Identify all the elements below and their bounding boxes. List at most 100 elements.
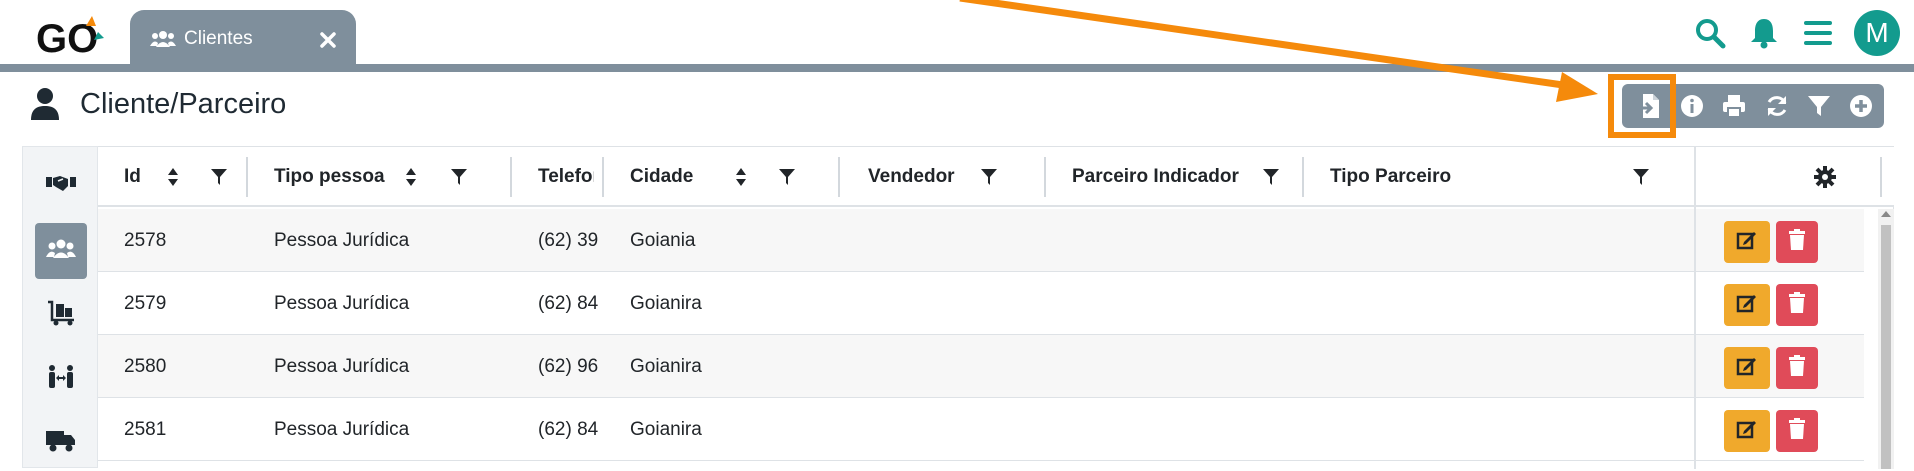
cell-telefone: (62) 84	[538, 292, 599, 314]
sidebar-item-handshake[interactable]	[35, 157, 87, 213]
table-row[interactable]: 2581 Pessoa Jurídica (62) 84 Goianira	[98, 398, 1864, 461]
column-header-telefone[interactable]: Telefone	[538, 147, 594, 207]
sidebar	[22, 146, 98, 468]
filter-icon[interactable]	[1799, 86, 1838, 126]
users-icon	[150, 28, 178, 50]
highlight-box-annotation	[1608, 74, 1676, 138]
users-icon	[46, 239, 76, 264]
top-bar-divider	[0, 64, 1914, 72]
sidebar-item-clientes[interactable]	[35, 223, 87, 279]
cell-id: 2578	[124, 229, 167, 251]
cell-id: 2580	[124, 355, 167, 377]
dolly-icon	[47, 300, 75, 331]
table-row[interactable]: 2578 Pessoa Jurídica (62) 39 Goiania	[98, 209, 1864, 272]
bell-icon[interactable]	[1746, 15, 1782, 51]
cell-cidade: Goiania	[630, 229, 696, 251]
sort-icon[interactable]	[400, 165, 422, 189]
edit-icon	[1736, 229, 1758, 256]
tab-label: Clientes	[184, 28, 253, 49]
edit-icon	[1736, 355, 1758, 382]
edit-button[interactable]	[1724, 347, 1770, 389]
sidebar-item-dolly[interactable]	[35, 287, 87, 343]
column-header-tipo-parceiro[interactable]: Tipo Parceiro	[1330, 147, 1490, 207]
filter-icon[interactable]	[1630, 165, 1652, 189]
sort-icon[interactable]	[730, 165, 752, 189]
avatar[interactable]: M	[1854, 10, 1900, 56]
column-label: Tipo pessoa	[274, 166, 385, 187]
sidebar-item-truck[interactable]	[35, 415, 87, 471]
column-separator[interactable]	[602, 157, 604, 197]
add-icon[interactable]	[1842, 86, 1881, 126]
cell-telefone: (62) 96	[538, 355, 599, 377]
column-separator[interactable]	[246, 157, 248, 197]
page-header: Cliente/Parceiro	[30, 84, 286, 124]
delete-button[interactable]	[1776, 284, 1818, 326]
column-separator[interactable]	[510, 157, 512, 197]
filter-icon[interactable]	[776, 165, 798, 189]
header-actions: M	[1674, 8, 1900, 58]
table-row[interactable]: 2580 Pessoa Jurídica (62) 96 Goianira	[98, 335, 1864, 398]
column-header-cidade[interactable]: Cidade	[630, 147, 710, 207]
column-label: Parceiro Indicador	[1072, 166, 1239, 187]
app-logo[interactable]: GO	[34, 12, 106, 61]
column-separator[interactable]	[1880, 157, 1882, 197]
info-icon[interactable]	[1672, 86, 1711, 126]
page-title: Cliente/Parceiro	[80, 87, 287, 120]
table-header: Id Tipo pessoa Telefone Cidade Vendedor …	[98, 147, 1894, 207]
delete-button[interactable]	[1776, 221, 1818, 263]
edit-button[interactable]	[1724, 284, 1770, 326]
sidebar-item-people-arrows[interactable]	[35, 351, 87, 407]
column-label: Tipo Parceiro	[1330, 166, 1452, 187]
filter-icon[interactable]	[448, 165, 470, 189]
refresh-icon[interactable]	[1757, 86, 1796, 126]
column-separator[interactable]	[1302, 157, 1304, 197]
people-arrows-icon	[47, 364, 75, 395]
cell-tipo-pessoa: Pessoa Jurídica	[274, 355, 410, 377]
vertical-scrollbar[interactable]	[1878, 209, 1894, 469]
column-label: Telefone	[538, 166, 594, 187]
table-row[interactable]: 2579 Pessoa Jurídica (62) 84 Goianira	[98, 272, 1864, 335]
delete-button[interactable]	[1776, 410, 1818, 452]
tab-clientes[interactable]: Clientes	[130, 10, 356, 68]
filter-icon[interactable]	[978, 165, 1000, 189]
filter-icon[interactable]	[1260, 165, 1282, 189]
cell-tipo-pessoa: Pessoa Jurídica	[274, 229, 410, 251]
search-icon[interactable]	[1692, 15, 1728, 51]
cell-cidade: Goianira	[630, 292, 702, 314]
handshake-icon	[46, 173, 76, 198]
user-icon	[30, 87, 62, 121]
trash-icon	[1788, 417, 1806, 445]
trash-icon	[1788, 228, 1806, 256]
column-label: Id	[124, 166, 141, 187]
close-icon[interactable]	[318, 30, 338, 50]
column-header-id[interactable]: Id	[124, 147, 164, 207]
actions-column	[1694, 147, 1864, 469]
column-header-vendedor[interactable]: Vendedor	[868, 147, 968, 207]
menu-icon[interactable]	[1800, 15, 1836, 51]
cell-cidade: Goianira	[630, 418, 702, 440]
filter-icon[interactable]	[208, 165, 230, 189]
scroll-up-arrow[interactable]	[1881, 211, 1891, 217]
column-label: Vendedor	[868, 166, 955, 187]
delete-button[interactable]	[1776, 347, 1818, 389]
clients-table: Id Tipo pessoa Telefone Cidade Vendedor …	[98, 146, 1894, 469]
column-header-tipo-pessoa[interactable]: Tipo pessoa	[274, 147, 404, 207]
column-label: Cidade	[630, 166, 694, 187]
column-separator[interactable]	[838, 157, 840, 197]
cell-tipo-pessoa: Pessoa Jurídica	[274, 418, 410, 440]
edit-button[interactable]	[1724, 221, 1770, 263]
column-separator[interactable]	[1044, 157, 1046, 197]
trash-icon	[1788, 354, 1806, 382]
cell-cidade: Goianira	[630, 355, 702, 377]
print-icon[interactable]	[1715, 86, 1754, 126]
cell-tipo-pessoa: Pessoa Jurídica	[274, 292, 410, 314]
edit-button[interactable]	[1724, 410, 1770, 452]
scroll-thumb[interactable]	[1881, 225, 1891, 469]
sort-icon[interactable]	[162, 165, 184, 189]
edit-icon	[1736, 292, 1758, 319]
cell-telefone: (62) 39	[538, 229, 599, 251]
truck-icon	[46, 429, 76, 458]
column-header-parceiro-indicador[interactable]: Parceiro Indicador	[1072, 147, 1262, 207]
cell-telefone: (62) 84	[538, 418, 599, 440]
cell-id: 2579	[124, 292, 167, 314]
